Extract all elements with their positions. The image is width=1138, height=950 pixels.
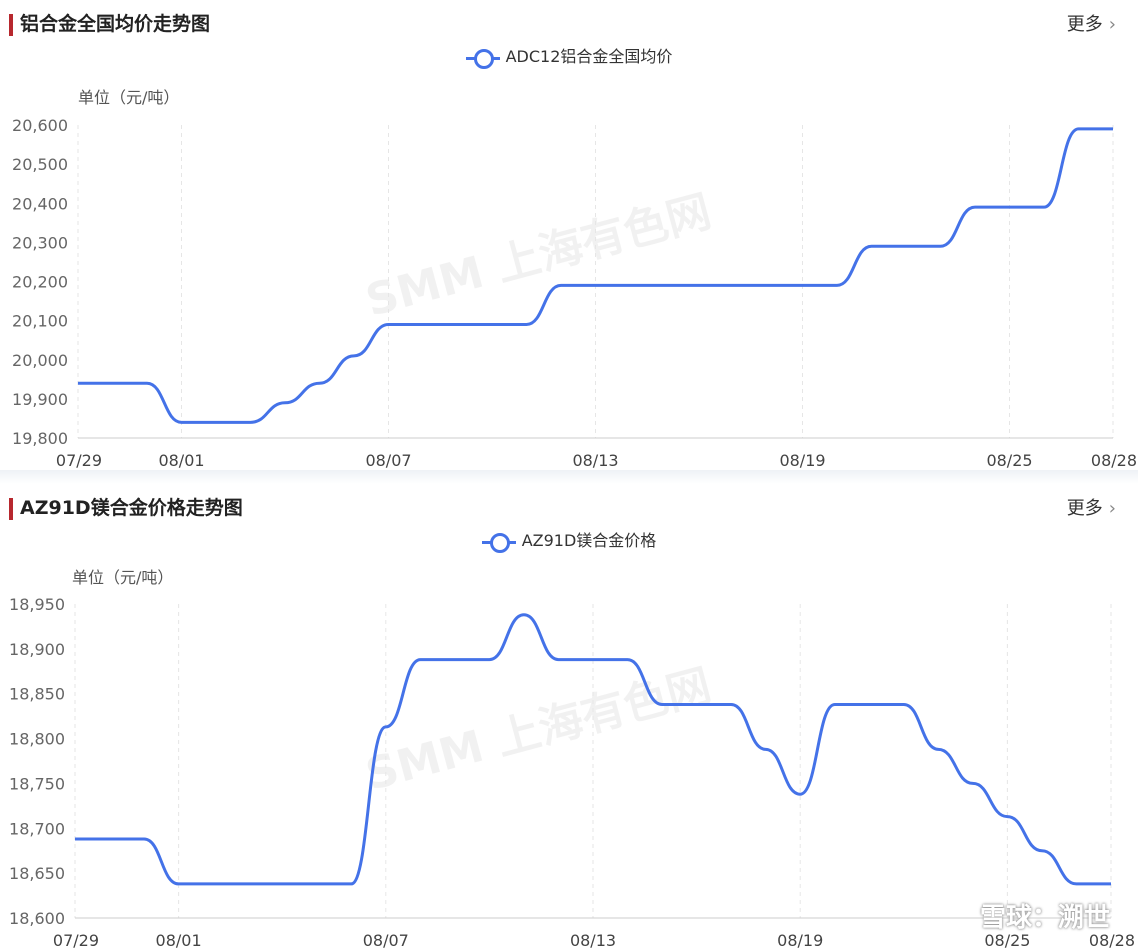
y-tick-label: 20,100 bbox=[12, 312, 68, 331]
magnesium-alloy-chart-panel: AZ91D镁合金价格走势图 更多 › AZ91D镁合金价格 单位（元/吨） SMM… bbox=[0, 484, 1138, 950]
x-tick-label: 08/13 bbox=[572, 451, 618, 470]
x-tick-label: 08/28 bbox=[1091, 451, 1137, 470]
x-tick-label: 08/13 bbox=[570, 931, 616, 950]
line-chart: 18,600 18,650 18,700 18,750 18,800 18,850 18,9… bbox=[9, 595, 1135, 950]
y-tick-label: 18,850 bbox=[9, 685, 65, 704]
y-tick-label: 18,600 bbox=[9, 909, 65, 928]
x-tick-label: 08/07 bbox=[365, 451, 411, 470]
x-tick-label: 08/07 bbox=[363, 931, 409, 950]
y-tick-label: 18,950 bbox=[9, 595, 65, 614]
y-tick-label: 18,650 bbox=[9, 864, 65, 883]
y-tick-label: 20,000 bbox=[12, 351, 68, 370]
series-line[interactable] bbox=[77, 127, 1114, 424]
y-tick-label: 18,700 bbox=[9, 819, 65, 838]
y-tick-label: 20,400 bbox=[12, 194, 68, 213]
y-tick-label: 20,600 bbox=[12, 116, 68, 135]
panel-separator bbox=[0, 470, 1138, 484]
x-tick-label: 08/19 bbox=[777, 931, 823, 950]
y-tick-label: 18,750 bbox=[9, 774, 65, 793]
y-tick-label: 20,500 bbox=[12, 155, 68, 174]
corner-watermark: 雪球：溯世 bbox=[979, 903, 1110, 933]
y-tick-label: 20,200 bbox=[12, 273, 68, 292]
y-tick-label: 20,300 bbox=[12, 233, 68, 252]
line-chart: 19,800 19,900 20,000 20,100 20,200 20,300 20,4… bbox=[12, 116, 1137, 470]
x-tick-label: 07/29 bbox=[56, 451, 102, 470]
x-tick-label: 08/01 bbox=[158, 451, 204, 470]
y-tick-label: 18,800 bbox=[9, 730, 65, 749]
aluminum-alloy-chart-panel: 铝合金全国均价走势图 更多 › ADC12铝合金全国均价 单位（元/吨） SMM … bbox=[0, 0, 1138, 470]
y-tick-label: 19,800 bbox=[12, 429, 68, 448]
y-tick-label: 18,900 bbox=[9, 640, 65, 659]
x-tick-label: 08/19 bbox=[779, 451, 825, 470]
x-tick-label: 08/25 bbox=[986, 451, 1032, 470]
x-tick-label: 08/01 bbox=[156, 931, 202, 950]
y-tick-label: 19,900 bbox=[12, 390, 68, 409]
x-tick-label: 07/29 bbox=[53, 931, 99, 950]
